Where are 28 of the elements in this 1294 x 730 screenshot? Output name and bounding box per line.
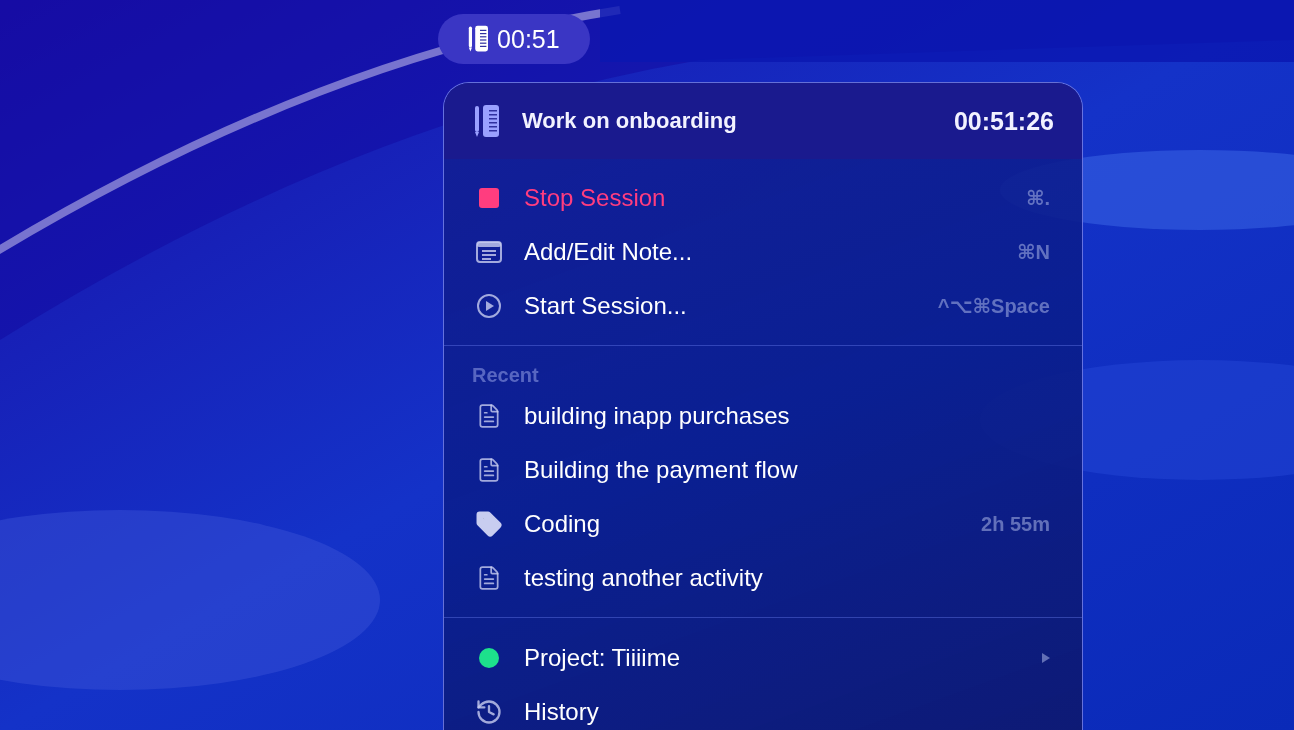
stop-icon (479, 188, 499, 208)
menu-item[interactable]: Project: Tiiiime (444, 631, 1082, 685)
duration-text: 2h 55m (981, 512, 1050, 536)
menu-item[interactable]: Start Session... ^⌥⌘Space (444, 279, 1082, 333)
history-icon (475, 698, 503, 726)
tag-icon (475, 510, 503, 538)
document-icon (476, 565, 502, 591)
document-icon (476, 403, 502, 429)
document-icon (476, 457, 502, 483)
menu-item[interactable]: Coding 2h 55m (444, 497, 1082, 551)
elapsed-time: 00:51:26 (953, 106, 1054, 136)
shortcut-text: ^⌥⌘Space (937, 294, 1050, 318)
menu-item[interactable]: Stop Session ⌘. (444, 171, 1082, 225)
menu-item[interactable]: building inapp purchases (444, 389, 1082, 443)
menu-item[interactable]: Building the payment flow (444, 443, 1082, 497)
note-icon (476, 241, 502, 263)
ruler-pencil-icon (468, 25, 490, 53)
shortcut-text: ⌘. (1025, 186, 1050, 210)
section-heading: Recent (471, 363, 540, 388)
menu-item[interactable]: testing another activity (444, 551, 1082, 605)
shortcut-text: ⌘N (1017, 240, 1050, 264)
session-title: Work on onboarding (522, 108, 738, 134)
play-circle-icon (476, 293, 502, 319)
timer-text: 00:51 (497, 24, 560, 54)
ruler-pencil-icon (474, 104, 500, 138)
menu-bar-timer[interactable]: 00:51 (438, 14, 590, 64)
menu-item[interactable]: Add/Edit Note... ⌘N (444, 225, 1082, 279)
menu-item[interactable]: History (444, 685, 1082, 730)
